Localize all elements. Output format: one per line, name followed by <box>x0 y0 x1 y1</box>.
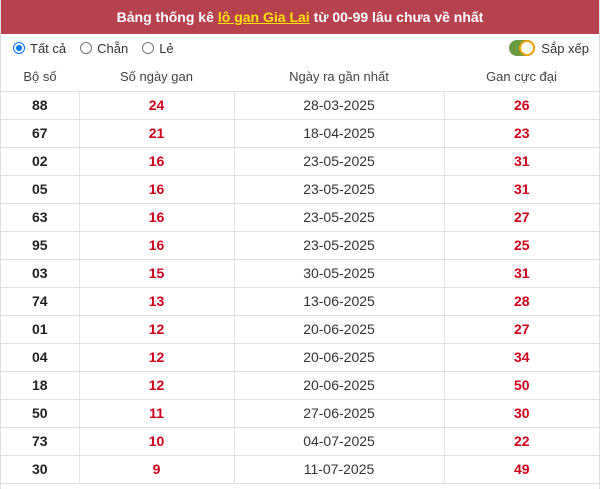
radio-odd-label: Lẻ <box>159 40 174 56</box>
col-header-days: Số ngày gan <box>79 62 234 92</box>
cell-number: 67 <box>1 119 80 148</box>
radio-all-indicator[interactable] <box>13 42 25 54</box>
cell-last-date: 13-06-2025 <box>234 287 445 316</box>
col-header-last-date: Ngày ra gần nhất <box>234 62 444 92</box>
cell-number: 30 <box>1 455 80 484</box>
radio-even-label: Chẵn <box>97 40 129 56</box>
cell-last-date: 23-05-2025 <box>234 203 445 232</box>
radio-all[interactable]: Tất cả <box>13 41 66 56</box>
cell-days: 21 <box>79 119 235 148</box>
cell-last-date: 23-05-2025 <box>234 175 445 204</box>
cell-max: 23 <box>444 119 599 148</box>
cell-max: 49 <box>444 455 599 484</box>
title-link[interactable]: lô gan Gia Lai <box>218 9 310 25</box>
table-row: 18 12 20-06-2025 50 <box>1 371 599 400</box>
cell-days: 16 <box>79 175 235 204</box>
cell-max: 31 <box>444 175 599 204</box>
lo-gan-widget: Bảng thống kê lô gan Gia Lai từ 00-99 lâ… <box>0 0 600 489</box>
cell-max: 50 <box>444 371 599 400</box>
toggle-switch[interactable] <box>509 40 536 56</box>
table-row: 04 12 20-06-2025 34 <box>1 343 599 372</box>
sort-toggle[interactable]: Sắp xếp <box>509 40 589 56</box>
cell-max: 31 <box>444 259 599 288</box>
table-row: 01 12 20-06-2025 27 <box>1 315 599 344</box>
radio-even-indicator[interactable] <box>80 42 93 54</box>
cell-last-date: 11-07-2025 <box>234 455 445 484</box>
cell-days: 9 <box>79 455 235 484</box>
cell-last-date: 20-06-2025 <box>234 343 445 372</box>
cell-max: 31 <box>444 147 599 176</box>
cell-max: 30 <box>444 399 599 428</box>
table-row: 88 24 28-03-2025 26 <box>1 91 599 120</box>
cell-max: 25 <box>444 231 599 260</box>
cell-days: 16 <box>79 147 235 176</box>
cell-days: 13 <box>79 287 235 316</box>
cell-number: 18 <box>1 371 80 400</box>
cell-max: 27 <box>444 203 599 232</box>
sort-label: Sắp xếp <box>541 40 589 56</box>
cell-number: 50 <box>1 399 80 428</box>
cell-number: 63 <box>1 203 80 232</box>
table-row: 73 10 04-07-2025 22 <box>1 427 599 456</box>
cell-max: 28 <box>444 287 599 316</box>
cell-last-date: 28-03-2025 <box>234 91 445 120</box>
cell-number: 05 <box>1 175 80 204</box>
filter-bar: Tất cả Chẵn Lẻ Sắp xếp <box>1 34 599 62</box>
table-header-row: Bộ số Số ngày gan Ngày ra gần nhất Gan c… <box>1 62 599 92</box>
cell-days: 15 <box>79 259 235 288</box>
cell-days: 10 <box>79 427 235 456</box>
title-prefix: Bảng thống kê <box>116 9 214 25</box>
cell-last-date: 23-05-2025 <box>234 147 445 176</box>
cell-number: 04 <box>1 343 80 372</box>
radio-odd[interactable]: Lẻ <box>142 40 174 56</box>
cell-max: 34 <box>444 343 599 372</box>
lo-gan-table: Bộ số Số ngày gan Ngày ra gần nhất Gan c… <box>1 62 599 484</box>
cell-last-date: 18-04-2025 <box>234 119 445 148</box>
cell-max: 26 <box>444 91 599 120</box>
cell-last-date: 20-06-2025 <box>234 315 445 344</box>
cell-days: 24 <box>79 91 235 120</box>
table-row: 50 11 27-06-2025 30 <box>1 399 599 428</box>
radio-odd-indicator[interactable] <box>142 42 155 54</box>
cell-number: 74 <box>1 287 80 316</box>
cell-number: 88 <box>1 91 80 120</box>
cell-days: 11 <box>79 399 235 428</box>
cell-number: 73 <box>1 427 80 456</box>
table-row: 63 16 23-05-2025 27 <box>1 203 599 232</box>
cell-days: 12 <box>79 343 235 372</box>
radio-all-label: Tất cả <box>30 40 67 56</box>
cell-days: 12 <box>79 315 235 344</box>
title-suffix: từ 00-99 lâu chưa về nhất <box>313 9 484 25</box>
cell-max: 22 <box>444 427 599 456</box>
cell-days: 16 <box>79 231 235 260</box>
cell-last-date: 20-06-2025 <box>234 371 445 400</box>
table-row: 03 15 30-05-2025 31 <box>1 259 599 288</box>
cell-last-date: 04-07-2025 <box>234 427 445 456</box>
cell-last-date: 23-05-2025 <box>234 231 445 260</box>
filter-radios: Tất cả Chẵn Lẻ <box>13 41 188 56</box>
cell-number: 02 <box>1 147 80 176</box>
toggle-knob <box>519 40 536 56</box>
radio-even[interactable]: Chẵn <box>80 41 128 56</box>
cell-number: 03 <box>1 259 80 288</box>
table-row: 67 21 18-04-2025 23 <box>1 119 599 148</box>
col-header-max: Gan cực đại <box>444 62 599 92</box>
col-header-number: Bộ số <box>1 62 79 92</box>
cell-last-date: 30-05-2025 <box>234 259 445 288</box>
table-body: 88 24 28-03-2025 26 67 21 18-04-2025 23 02 16 23-0… <box>1 91 599 484</box>
cell-last-date: 27-06-2025 <box>234 399 445 428</box>
table-row: 74 13 13-06-2025 28 <box>1 287 599 316</box>
title-bar: Bảng thống kê lô gan Gia Lai từ 00-99 lâ… <box>1 0 599 34</box>
table-row: 95 16 23-05-2025 25 <box>1 231 599 260</box>
cell-number: 01 <box>1 315 80 344</box>
cell-max: 27 <box>444 315 599 344</box>
cell-days: 12 <box>79 371 235 400</box>
table-row: 02 16 23-05-2025 31 <box>1 147 599 176</box>
table-row: 05 16 23-05-2025 31 <box>1 175 599 204</box>
table-row: 30 9 11-07-2025 49 <box>1 455 599 484</box>
cell-days: 16 <box>79 203 235 232</box>
cell-number: 95 <box>1 231 80 260</box>
